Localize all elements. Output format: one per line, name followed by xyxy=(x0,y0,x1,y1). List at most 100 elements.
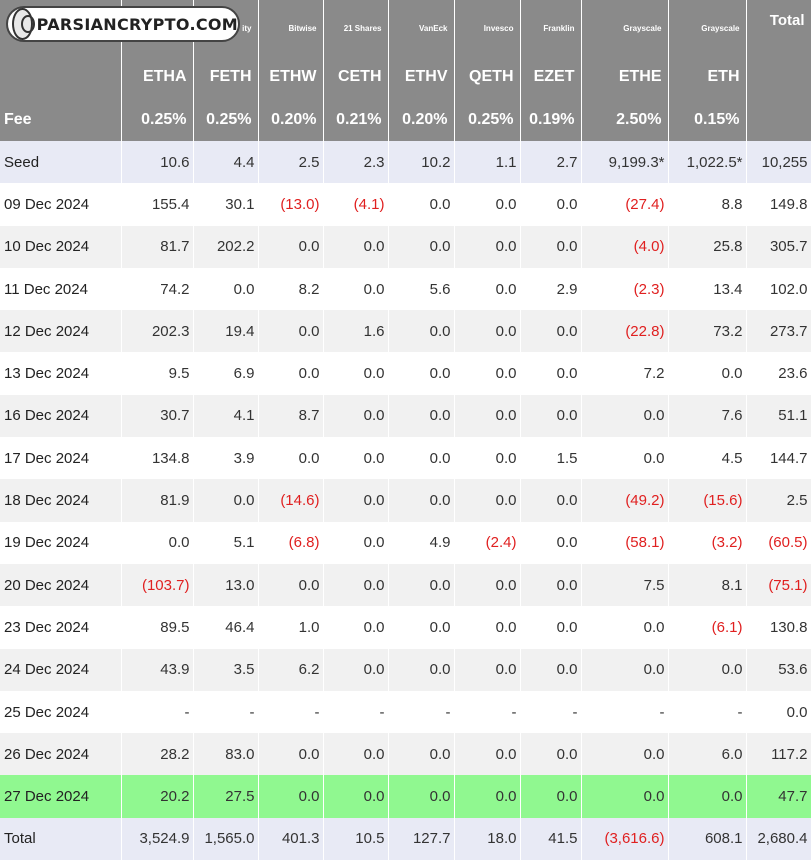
flow-cell: 0.0 xyxy=(323,733,389,776)
flow-cell: 1,022.5* xyxy=(668,141,747,184)
flow-cell: (3,616.6) xyxy=(581,817,669,860)
flow-cell: 0.0 xyxy=(520,775,582,818)
fee-cell: 0.21% xyxy=(323,98,389,141)
flow-cell: 0.0 xyxy=(520,225,582,268)
flow-cell: 6.2 xyxy=(258,648,324,691)
ticker-cell: ETHV xyxy=(388,56,455,98)
issuer-cell: Invesco xyxy=(454,0,521,56)
row-label: 13 Dec 2024 xyxy=(0,352,122,395)
row-total-cell: 130.8 xyxy=(746,606,811,649)
flow-cell: 1,565.0 xyxy=(193,817,259,860)
issuer-cell: Grayscale xyxy=(668,0,747,56)
flow-cell: 19.4 xyxy=(193,310,259,353)
flow-cell: 20.2 xyxy=(121,775,194,818)
flow-cell: 7.6 xyxy=(668,394,747,438)
flow-cell: 4.9 xyxy=(388,521,455,564)
issuer-cell: Franklin xyxy=(520,0,582,56)
row-label: 24 Dec 2024 xyxy=(0,648,122,691)
flow-cell: (103.7) xyxy=(121,563,194,607)
ticker-cell: ETHW xyxy=(258,56,324,98)
flow-cell: 13.0 xyxy=(193,563,259,607)
flow-cell: 0.0 xyxy=(454,225,521,268)
flow-cell: 0.0 xyxy=(520,183,582,226)
parsiancrypto-logo: PARSIANCRYPTO.COM xyxy=(6,6,240,42)
row-total-cell: 23.6 xyxy=(746,352,811,395)
flow-cell: 0.0 xyxy=(520,521,582,564)
flow-cell: 0.0 xyxy=(581,775,669,818)
flow-cell: 7.2 xyxy=(581,352,669,395)
date-row: 09 Dec 2024 155.4 30.1 (13.0) (4.1) 0.0 0.0 0.0… xyxy=(0,183,811,226)
row-total-cell: 51.1 xyxy=(746,394,811,438)
flow-cell: (15.6) xyxy=(668,479,747,522)
flow-cell: 0.0 xyxy=(454,183,521,226)
date-row: 18 Dec 2024 81.9 0.0 (14.6) 0.0 0.0 0.0 0.0 (49.… xyxy=(0,479,811,522)
flow-cell: 155.4 xyxy=(121,183,194,226)
fee-row: Fee 0.25% 0.25% 0.20% 0.21% 0.20% 0.25% … xyxy=(0,98,811,141)
flow-cell: 83.0 xyxy=(193,733,259,776)
row-total-cell: 149.8 xyxy=(746,183,811,226)
date-row: 25 Dec 2024- - - - - - - - -0.0 xyxy=(0,690,811,734)
flow-cell: (6.8) xyxy=(258,521,324,564)
flow-cell: 2.3 xyxy=(323,141,389,184)
row-label: 16 Dec 2024 xyxy=(0,394,122,438)
fee-label: Fee xyxy=(0,98,122,141)
flow-cell: 7.5 xyxy=(581,563,669,607)
total-row: Total 3,524.9 1,565.0 401.3 10.5 127.7 18.0 41.… xyxy=(0,817,811,860)
flow-cell: - xyxy=(581,690,669,734)
date-row: 19 Dec 2024 0.0 5.1 (6.8) 0.0 4.9 (2.4) 0.0 (58.… xyxy=(0,521,811,564)
flow-cell: 0.0 xyxy=(388,225,455,268)
ticker-cell: CETH xyxy=(323,56,389,98)
date-row: 20 Dec 2024 (103.7) 13.0 0.0 0.0 0.0 0.0 0.0 7.5… xyxy=(0,563,811,607)
flow-cell: 0.0 xyxy=(581,606,669,649)
flow-cell: 8.1 xyxy=(668,563,747,607)
flow-cell: 2.7 xyxy=(520,141,582,184)
row-label: 18 Dec 2024 xyxy=(0,479,122,522)
flow-cell: 127.7 xyxy=(388,817,455,860)
flow-cell: 1.0 xyxy=(258,606,324,649)
flow-cell: (4.0) xyxy=(581,225,669,268)
flow-cell: (14.6) xyxy=(258,479,324,522)
flow-cell: 0.0 xyxy=(520,606,582,649)
flow-cell: - xyxy=(121,690,194,734)
flow-cell: 0.0 xyxy=(581,733,669,776)
flow-cell: 0.0 xyxy=(193,267,259,311)
eth-etf-flow-table: ity Bitwise 21 Shares VanEck Invesco Fra… xyxy=(0,0,811,860)
flow-cell: (58.1) xyxy=(581,521,669,564)
flow-cell: 0.0 xyxy=(323,225,389,268)
flow-cell: 202.2 xyxy=(193,225,259,268)
flow-cell: 81.7 xyxy=(121,225,194,268)
flow-cell: 2.5 xyxy=(258,141,324,184)
row-total-cell: 0.0 xyxy=(746,690,811,734)
flow-cell: 134.8 xyxy=(121,437,194,480)
row-total-cell: 10,255 xyxy=(746,141,811,184)
flow-cell: 4.5 xyxy=(668,437,747,480)
row-total-cell: (75.1) xyxy=(746,563,811,607)
flow-cell: 0.0 xyxy=(258,563,324,607)
flow-table-body: Seed 10.6 4.4 2.5 2.3 10.2 1.1 2.7 9,199.3* 1,022… xyxy=(0,141,811,860)
flow-cell: 0.0 xyxy=(388,775,455,818)
row-total-cell: 47.7 xyxy=(746,775,811,818)
flow-cell: 4.1 xyxy=(193,394,259,438)
date-row: 17 Dec 2024 134.8 3.9 0.0 0.0 0.0 0.0 1.5 0.0 4.5… xyxy=(0,437,811,480)
flow-cell: 0.0 xyxy=(520,733,582,776)
row-label: 19 Dec 2024 xyxy=(0,521,122,564)
flow-cell: 0.0 xyxy=(323,775,389,818)
row-label: 27 Dec 2024 xyxy=(0,775,122,818)
row-label: 11 Dec 2024 xyxy=(0,267,122,311)
flow-cell: (22.8) xyxy=(581,310,669,353)
issuer-cell: Grayscale xyxy=(581,0,669,56)
flow-cell: 0.0 xyxy=(668,352,747,395)
flow-cell: 1.6 xyxy=(323,310,389,353)
flow-cell: 41.5 xyxy=(520,817,582,860)
row-label: 20 Dec 2024 xyxy=(0,563,122,607)
flow-cell: 0.0 xyxy=(388,648,455,691)
row-total-cell: 53.6 xyxy=(746,648,811,691)
flow-cell: 5.6 xyxy=(388,267,455,311)
flow-cell: - xyxy=(454,690,521,734)
flow-cell: 0.0 xyxy=(454,352,521,395)
flow-cell: 0.0 xyxy=(668,648,747,691)
fee-cell: 0.20% xyxy=(388,98,455,141)
flow-cell: 0.0 xyxy=(258,733,324,776)
date-row: 16 Dec 2024 30.7 4.1 8.7 0.0 0.0 0.0 0.0 0.0 7.6 5… xyxy=(0,394,811,438)
flow-cell: 0.0 xyxy=(388,310,455,353)
